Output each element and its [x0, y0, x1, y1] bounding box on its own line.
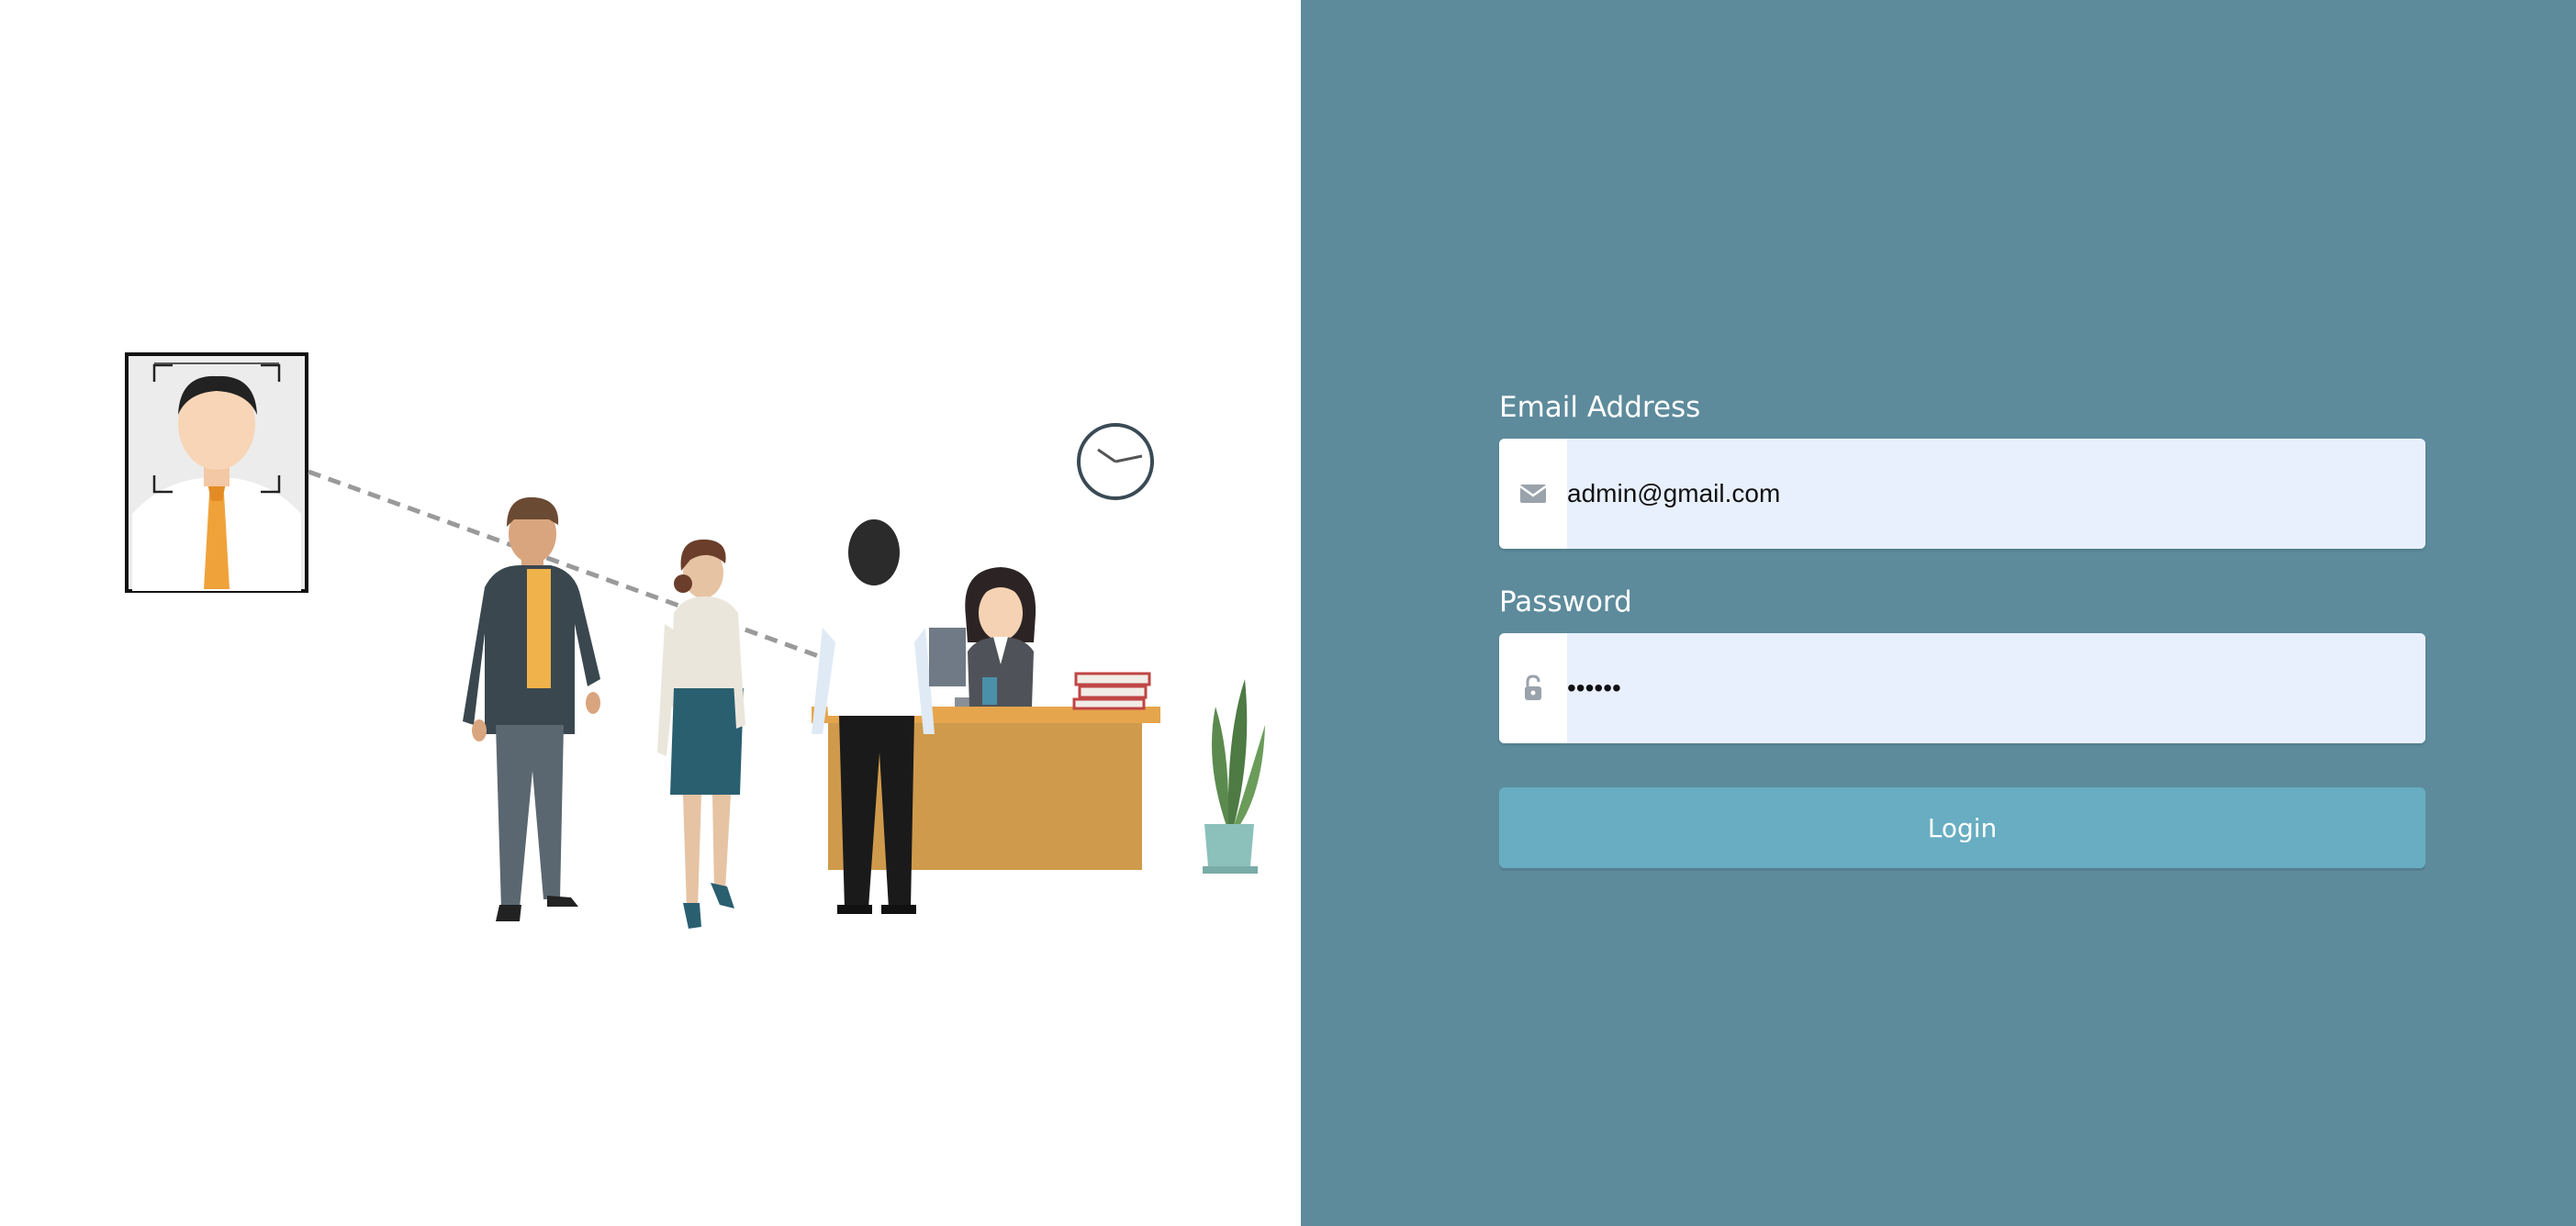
email-field-wrapper	[1499, 439, 2425, 549]
man-figure	[463, 496, 600, 921]
receptionist-figure	[965, 567, 1036, 707]
login-button[interactable]: Login	[1499, 787, 2425, 868]
login-panel: Email Address Password	[1301, 0, 2576, 1226]
password-input[interactable]	[1567, 633, 2425, 743]
email-input[interactable]	[1567, 439, 2425, 549]
illustration-panel	[0, 0, 1301, 1226]
email-group: Email Address	[1499, 389, 2425, 549]
portrait-frame	[125, 352, 308, 593]
plant-icon	[1203, 679, 1265, 874]
books	[1072, 672, 1151, 710]
password-field-wrapper	[1499, 633, 2425, 743]
password-group: Password	[1499, 584, 2425, 743]
monitor	[929, 628, 966, 686]
woman-figure	[657, 539, 745, 929]
login-page: Email Address Password	[0, 0, 2576, 1226]
lock-icon	[1499, 633, 1567, 743]
envelope-icon	[1499, 439, 1567, 549]
email-label: Email Address	[1499, 391, 1701, 424]
clock-icon	[1077, 423, 1154, 500]
face-recognition-illustration	[125, 352, 1265, 929]
login-form: Email Address Password	[1499, 389, 2425, 868]
password-label: Password	[1499, 585, 1632, 619]
